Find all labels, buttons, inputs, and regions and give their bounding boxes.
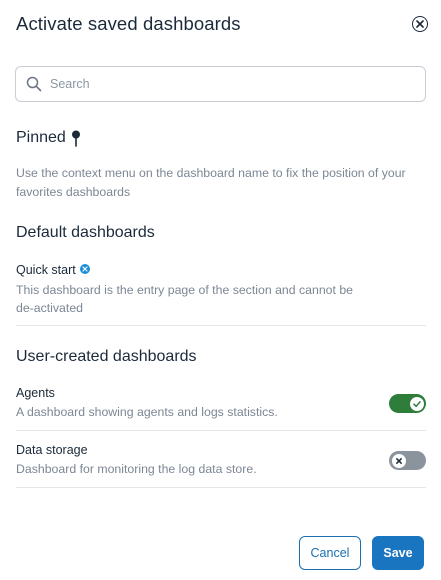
dashboard-description-data-storage: Dashboard for monitoring the log data st… xyxy=(16,462,257,476)
pinned-description-line2: favorites dashboards xyxy=(16,185,131,199)
divider xyxy=(16,430,426,431)
dashboard-description-agents: A dashboard showing agents and logs stat… xyxy=(16,405,278,419)
close-icon[interactable] xyxy=(412,16,428,32)
search-icon xyxy=(26,76,42,92)
default-dashboards-title: Default dashboards xyxy=(16,224,155,241)
x-icon xyxy=(395,457,402,464)
info-badge-icon[interactable] xyxy=(80,264,90,274)
info-badge-glyph xyxy=(82,266,88,272)
divider xyxy=(16,325,426,326)
user-created-dashboards-title: User-created dashboards xyxy=(16,348,197,365)
pin-icon xyxy=(72,130,80,147)
pinned-title: Pinned xyxy=(16,129,66,146)
divider xyxy=(16,487,426,488)
dashboard-name-quick-start: Quick start xyxy=(16,263,76,277)
toggle-data-storage[interactable] xyxy=(389,451,426,470)
cancel-button[interactable]: Cancel xyxy=(299,536,361,570)
dashboard-name-data-storage: Data storage xyxy=(16,443,88,457)
quick-start-description-line1: This dashboard is the entry page of the … xyxy=(16,283,354,297)
search-input[interactable] xyxy=(50,73,410,95)
dashboard-name-agents: Agents xyxy=(16,386,55,400)
search-box[interactable] xyxy=(15,66,426,102)
pinned-description-line1: Use the context menu on the dashboard na… xyxy=(16,166,406,180)
check-icon xyxy=(413,400,421,407)
toggle-knob xyxy=(391,453,406,468)
toggle-agents[interactable] xyxy=(389,394,426,413)
close-x-glyph xyxy=(416,20,424,28)
toggle-knob xyxy=(410,396,424,411)
dialog-title: Activate saved dashboards xyxy=(16,13,241,34)
quick-start-description-line2: de-activated xyxy=(16,301,83,315)
activate-dashboards-dialog: Activate saved dashboards Pinned Use the… xyxy=(0,0,441,580)
save-button[interactable]: Save xyxy=(372,536,424,570)
